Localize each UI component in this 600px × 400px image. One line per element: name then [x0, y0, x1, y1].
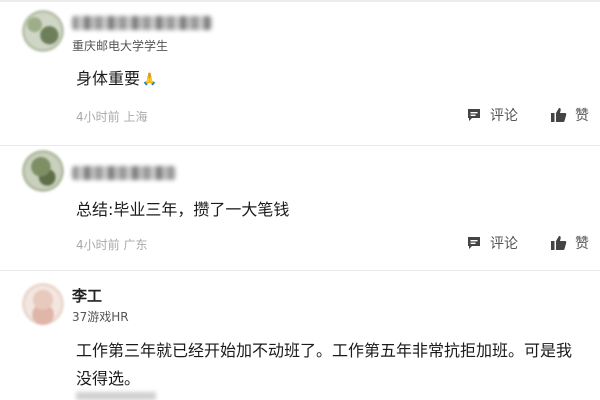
comment-time: 4小时前 — [76, 110, 120, 124]
avatar[interactable] — [22, 10, 64, 52]
comment-content: 工作第三年就已经开始加不动班了。工作第五年非常抗拒加班。可是我没得选。 — [76, 337, 586, 393]
username-blurred[interactable] — [72, 166, 176, 180]
like-button[interactable]: 赞 — [550, 105, 589, 125]
thumbs-up-icon — [551, 236, 567, 250]
comment-text: 总结:毕业三年，攒了一大笔钱 — [76, 200, 290, 219]
comment-icon — [468, 237, 480, 249]
comment-location: 上海 — [123, 110, 148, 124]
comment-button[interactable]: 评论 — [466, 105, 518, 125]
comment-time: 4小时前 — [76, 238, 120, 252]
like-button-label: 赞 — [575, 108, 589, 124]
comment-content: 总结:毕业三年，攒了一大笔钱 — [76, 196, 586, 224]
comment-meta: 4小时前 上海 — [76, 108, 147, 125]
user-subtitle: 重庆邮电大学学生 — [72, 39, 169, 53]
comment-content: 身体重要 🙏 — [76, 65, 586, 93]
user-subtitle: 37游戏HR — [72, 310, 129, 324]
like-button-label: 赞 — [575, 236, 589, 252]
comment-text: 工作第三年就已经开始加不动班了。工作第五年非常抗拒加班。可是我没得选。 — [76, 341, 573, 388]
comment-item: 重庆邮电大学学生 身体重要 🙏 4小时前 上海 评论 赞 — [0, 0, 600, 145]
avatar[interactable] — [22, 150, 64, 192]
username[interactable]: 李工 — [72, 285, 102, 306]
comment-icon — [468, 109, 480, 121]
meta-blurred — [76, 392, 156, 400]
thumbs-up-icon — [551, 108, 567, 122]
like-button[interactable]: 赞 — [550, 233, 589, 253]
username-blurred[interactable] — [72, 16, 212, 30]
comment-item: 李工 37游戏HR 工作第三年就已经开始加不动班了。工作第五年非常抗拒加班。可是… — [0, 271, 600, 400]
comment-meta: 4小时前 广东 — [76, 236, 147, 253]
comment-location: 广东 — [123, 238, 148, 252]
pray-emoji-icon: 🙏 — [142, 72, 157, 86]
avatar[interactable] — [22, 283, 64, 325]
comment-button[interactable]: 评论 — [466, 233, 518, 253]
comment-button-label: 评论 — [490, 236, 518, 252]
comment-text: 身体重要 — [76, 69, 141, 88]
comment-item: 总结:毕业三年，攒了一大笔钱 4小时前 广东 评论 赞 — [0, 146, 600, 270]
comment-button-label: 评论 — [490, 108, 518, 124]
